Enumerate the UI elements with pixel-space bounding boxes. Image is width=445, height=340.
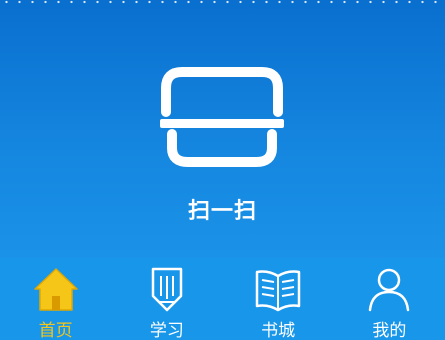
- tab-home-label: 首页: [38, 321, 73, 340]
- scan-label: 扫一扫: [187, 199, 257, 224]
- home-icon: [33, 268, 78, 311]
- tab-mine[interactable]: 我的: [334, 258, 445, 340]
- book-icon: [255, 270, 301, 312]
- tab-bookstore-label: 书城: [261, 321, 296, 340]
- status-bar-dots: [0, 0, 445, 4]
- tab-bookstore[interactable]: 书城: [223, 258, 334, 340]
- scan-button[interactable]: 扫一扫: [0, 50, 445, 230]
- scan-icon: [160, 67, 284, 167]
- app-screen: 扫一扫 首页 学习 书城 我的: [0, 0, 445, 340]
- pencil-icon: [151, 267, 183, 312]
- tab-mine-label: 我的: [372, 321, 407, 340]
- tab-study[interactable]: 学习: [111, 258, 222, 340]
- user-icon: [369, 268, 410, 312]
- tab-study-label: 学习: [149, 321, 184, 340]
- bottom-tab-bar: 首页 学习 书城 我的: [0, 258, 445, 340]
- tab-home[interactable]: 首页: [0, 258, 111, 340]
